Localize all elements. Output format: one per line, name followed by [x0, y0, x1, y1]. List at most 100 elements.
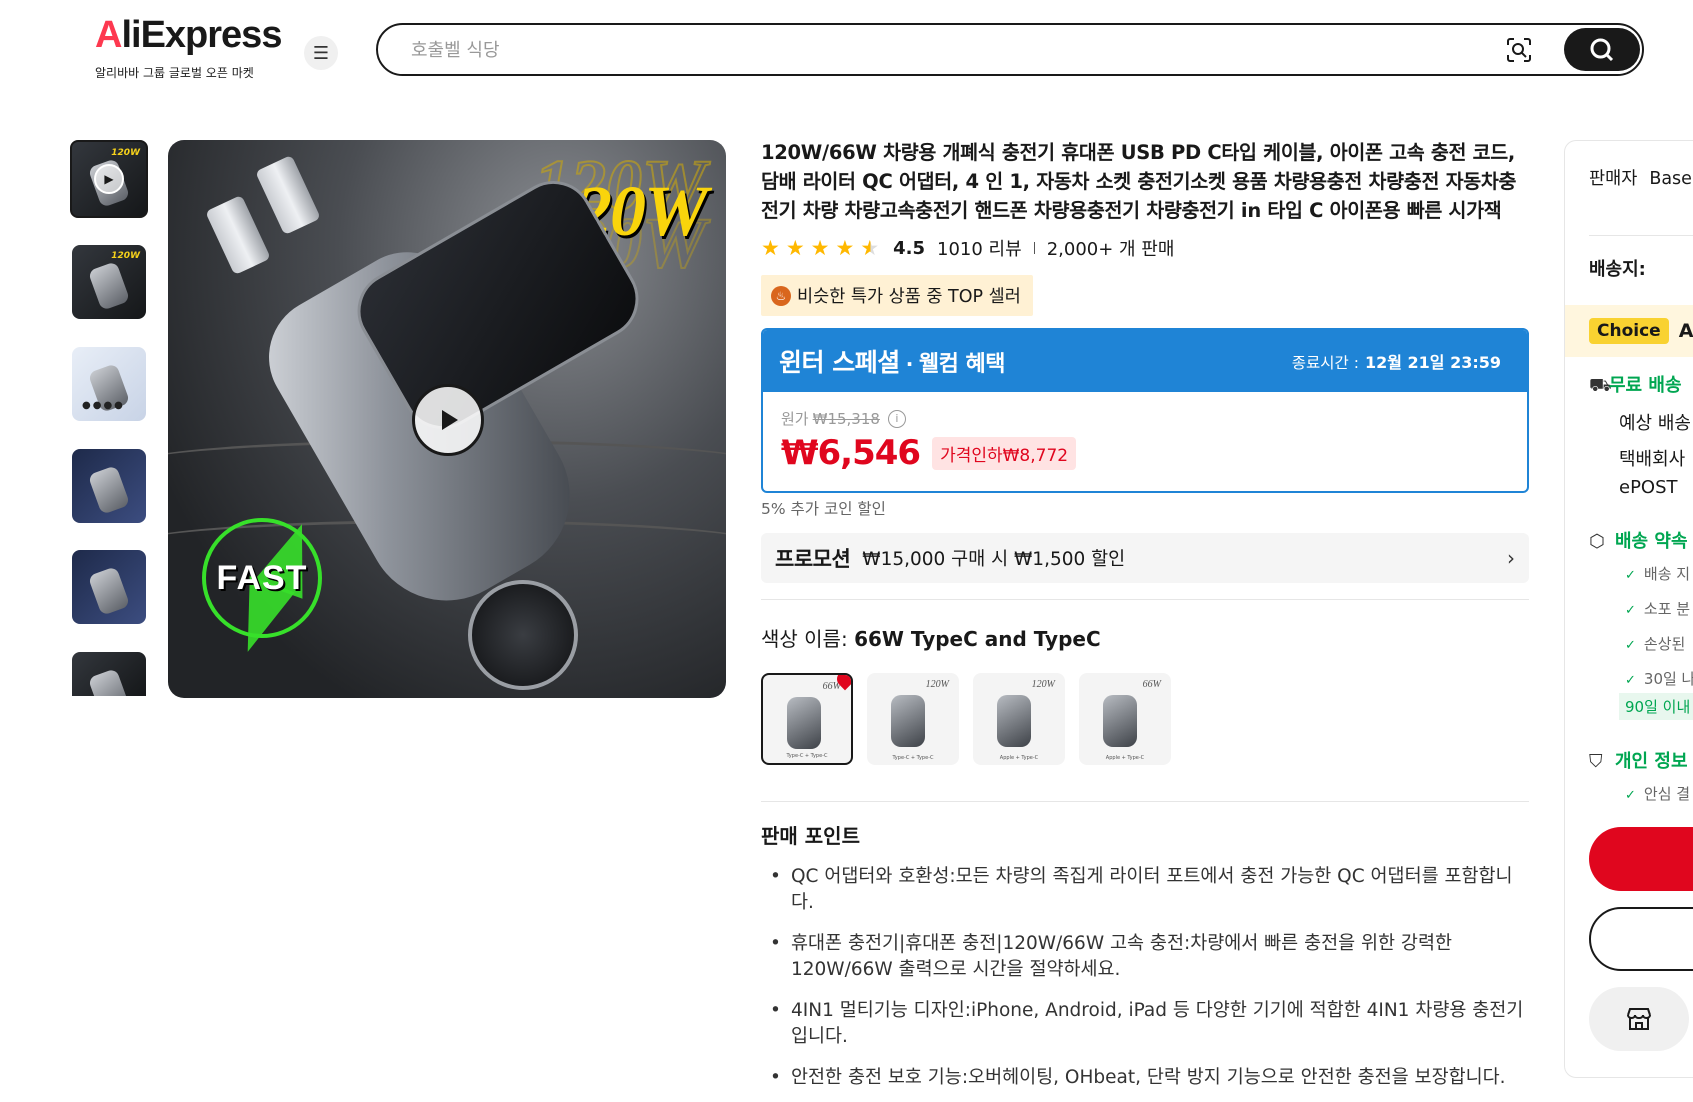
- swatch-footnote: Type-C + Type-C: [892, 755, 934, 761]
- swatch-caption: 120W: [1031, 679, 1055, 690]
- promo-end-time: 종료시간 : 12월 21일 23:59: [1292, 349, 1501, 373]
- list-item: 안전한 충전 보호 기능:오버헤이팅, OHbeat, 단락 방지 기능으로 안…: [761, 1065, 1529, 1091]
- promo-title-sub: 웰컴 혜택: [918, 352, 1006, 377]
- original-price-label: 원가: [781, 410, 809, 428]
- thumb-product: [87, 465, 131, 515]
- image-search-icon[interactable]: [1506, 37, 1532, 63]
- star-icon: ★: [810, 236, 830, 260]
- divider: [761, 599, 1529, 600]
- play-icon: ▶: [94, 164, 124, 194]
- store-button[interactable]: [1589, 987, 1689, 1051]
- top-seller-badge[interactable]: ♨ 비슷한 특가 상품 중 TOP 셀러: [761, 275, 1033, 316]
- variant-swatch[interactable]: 120W Type-C + Type-C: [867, 673, 959, 765]
- charger-plug: [468, 580, 578, 690]
- variant-swatch[interactable]: 66W Apple + Type-C: [1079, 673, 1171, 765]
- swatch-product: [1103, 695, 1137, 747]
- check-icon: ✓: [1625, 788, 1636, 803]
- list-item: 휴대폰 충전기|휴대폰 충전|120W/66W 고속 충전:차량에서 빠른 충전…: [761, 931, 1529, 983]
- swatch-product: [891, 695, 925, 747]
- courier-label: 택배회사: [1619, 449, 1686, 470]
- gallery-thumb-video[interactable]: 120W ▶: [70, 140, 148, 218]
- promotion-label: 프로모션: [775, 547, 851, 571]
- promotion-row[interactable]: 프로모션 ₩15,000 구매 시 ₩1,500 할인 ›: [761, 533, 1529, 583]
- star-rating[interactable]: ★ ★ ★ ★ ★: [761, 236, 879, 260]
- main-product-image[interactable]: 120W 120W 120W FAST: [168, 140, 726, 698]
- promise-item-text: 소포 분: [1643, 600, 1691, 618]
- purchase-panel: 판매자 Base 배송지: Choice Ali ⛟무료 배송 예상 배송 택배회…: [1564, 140, 1693, 1078]
- delivery-promise[interactable]: ⬡ 배송 약속: [1589, 527, 1688, 553]
- selling-points-list: QC 어댑터와 호환성:모든 차량의 족집게 라이터 포트에서 충전 가능한 Q…: [761, 864, 1529, 1091]
- promise-item-text: 손상된: [1643, 635, 1686, 653]
- rating-row: ★ ★ ★ ★ ★ 4.5 1010 리뷰 2,000+ 개 판매: [761, 235, 1529, 261]
- info-icon[interactable]: i: [887, 409, 906, 428]
- check-icon: ✓: [1625, 638, 1636, 653]
- thumb-product: [87, 566, 131, 616]
- play-video-button[interactable]: [412, 384, 484, 456]
- buy-now-button[interactable]: [1589, 827, 1693, 891]
- gallery-thumb[interactable]: [72, 449, 146, 523]
- promo-title-dot: ·: [905, 352, 914, 376]
- ship-to-label[interactable]: 배송지:: [1589, 255, 1646, 281]
- swatch-caption: 66W: [1142, 679, 1161, 690]
- promise-item: ✓ 30일 나: [1625, 668, 1693, 689]
- truck-icon: ⛟: [1589, 375, 1612, 396]
- courier-name: ePOST: [1619, 477, 1678, 498]
- privacy-item: ✓ 안심 결: [1625, 783, 1690, 804]
- hamburger-icon[interactable]: ☰: [304, 36, 338, 70]
- thumb-label: 120W: [111, 251, 140, 261]
- divider: [761, 801, 1529, 802]
- swatch-product: [997, 695, 1031, 747]
- discount-badge: 가격인하₩8,772: [932, 436, 1077, 470]
- seller-name: Base: [1649, 169, 1692, 189]
- promo-end-value: 12월 21일 23:59: [1364, 353, 1501, 372]
- variant-label: 색상 이름: 66W TypeC and TypeC: [761, 623, 1529, 652]
- divider: [1033, 242, 1035, 254]
- star-half-icon: ★: [860, 236, 880, 260]
- promo-box: 윈터 스페셜 · 웰컴 혜택 종료시간 : 12월 21일 23:59 원가 ₩15,…: [761, 328, 1529, 493]
- privacy-item-text: 안심 결: [1643, 785, 1691, 803]
- promo-title-main: 윈터 스페셜: [779, 348, 900, 377]
- promise-item: ✓ 배송 지: [1625, 563, 1690, 584]
- rating-value: 4.5: [893, 237, 926, 259]
- privacy-protection[interactable]: ⛉ 개인 정보: [1589, 747, 1688, 773]
- choice-brand: Ali: [1678, 320, 1693, 342]
- divider: [1589, 235, 1693, 236]
- promise-item: ✓ 손상된: [1625, 633, 1685, 654]
- usb-c-plug: [205, 194, 271, 276]
- check-icon: ✓: [1625, 603, 1636, 618]
- sale-price: ₩6,546: [781, 433, 921, 473]
- ninety-day-tag: 90일 이내: [1619, 693, 1693, 720]
- flame-badge-icon: ♨: [771, 285, 791, 306]
- promise-item-text: 30일 나: [1643, 670, 1693, 688]
- gallery-thumb[interactable]: [72, 550, 146, 624]
- product-info: 120W/66W 차량용 개폐식 충전기 휴대폰 USB PD C타입 케이블,…: [761, 138, 1529, 1091]
- variant-swatch[interactable]: 66W Type-C + Type-C: [761, 673, 853, 765]
- swatch-caption: 120W: [925, 679, 949, 690]
- swatch-footnote: Apple + Type-C: [999, 755, 1039, 761]
- star-icon: ★: [761, 236, 780, 260]
- seller-label: 판매자: [1589, 169, 1638, 189]
- choice-banner: Choice Ali: [1565, 305, 1693, 357]
- search-input[interactable]: [411, 37, 1471, 63]
- gallery-thumb[interactable]: [72, 652, 146, 696]
- original-price: 원가 ₩15,318 i: [781, 408, 1509, 429]
- choice-tag: Choice: [1589, 318, 1669, 344]
- variant-swatch[interactable]: 120W Apple + Type-C: [973, 673, 1065, 765]
- price-block: 원가 ₩15,318 i ₩6,546 가격인하₩8,772: [763, 392, 1527, 491]
- search-button[interactable]: [1564, 28, 1640, 71]
- gallery-thumb[interactable]: 120W: [72, 245, 146, 319]
- promise-item-text: 배송 지: [1643, 565, 1691, 583]
- thumb-dots: ●●●●: [82, 400, 125, 411]
- add-to-cart-button[interactable]: [1589, 907, 1693, 971]
- swatch-product: [787, 697, 821, 749]
- play-icon: [442, 410, 458, 430]
- gallery-thumb[interactable]: ●●●●: [72, 347, 146, 421]
- check-icon: ✓: [1625, 568, 1636, 583]
- review-count-link[interactable]: 1010 리뷰: [937, 235, 1022, 261]
- promo-title: 윈터 스페셜 · 웰컴 혜택: [779, 343, 1005, 379]
- swatch-footnote: Type-C + Type-C: [786, 753, 828, 759]
- seller-row[interactable]: 판매자 Base: [1589, 165, 1692, 190]
- usb-c-plug: [255, 154, 321, 236]
- product-title: 120W/66W 차량용 개폐식 충전기 휴대폰 USB PD C타입 케이블,…: [761, 141, 1517, 222]
- aliexpress-logo[interactable]: AliExpress 알리바바 그룹 글로벌 오픈 마켓: [95, 16, 282, 81]
